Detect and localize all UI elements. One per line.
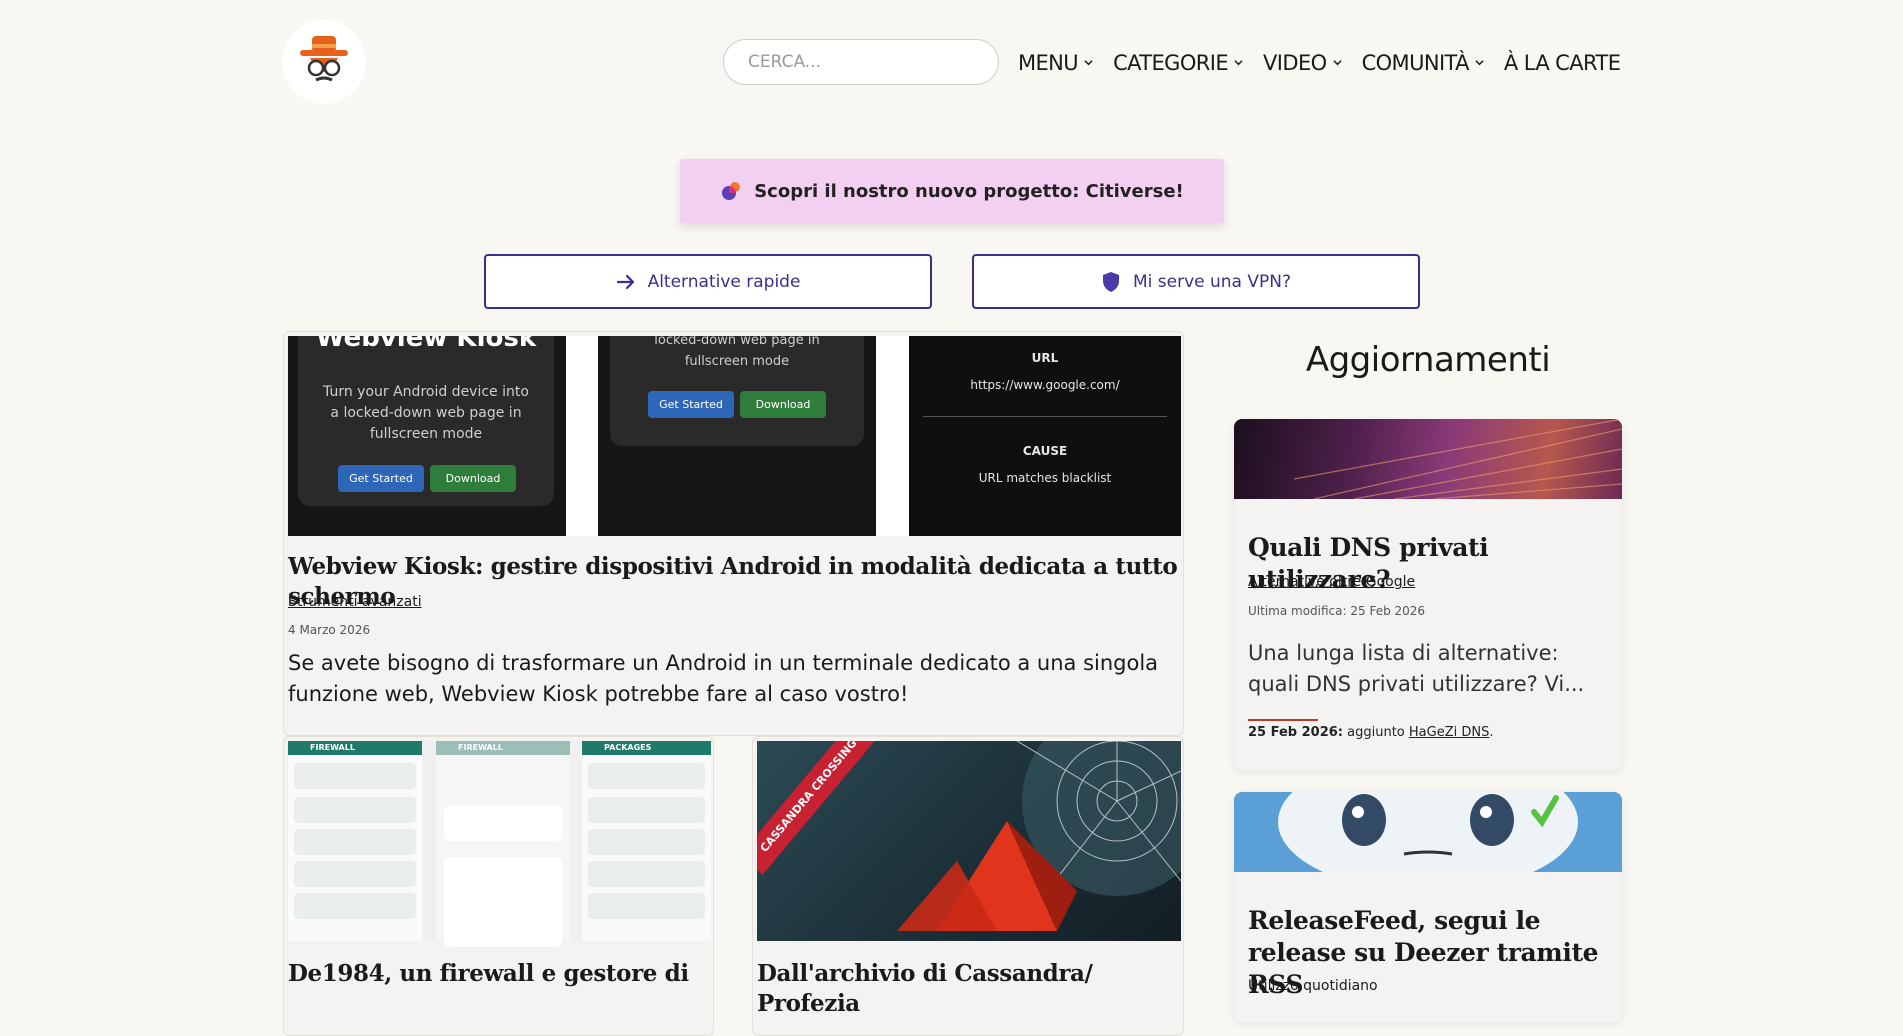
nav-categorie[interactable]: CATEGORIE (1113, 46, 1243, 80)
nav-menu[interactable]: MENU (1018, 46, 1093, 80)
divider (923, 416, 1167, 417)
main-nav: MENU CATEGORIE VIDEO COMUNITÀ À LA CARTE (1018, 46, 1621, 80)
cassandra-title[interactable]: Dall'archivio di Cassandra/ Profezia (757, 959, 1181, 1019)
shield-icon (1102, 271, 1119, 292)
vpn-button[interactable]: Mi serve una VPN? (972, 254, 1420, 309)
detective-logo-icon (300, 36, 348, 82)
packages-banner: PACKAGES (582, 741, 711, 755)
shot-text-2: locked-down web page in fullscreen mode (654, 336, 820, 369)
alternative-rapide-label: Alternative rapide (647, 271, 801, 292)
citiverse-banner[interactable]: Scopri il nostro nuovo progetto: Citiver… (680, 159, 1224, 223)
search-input[interactable] (723, 39, 999, 85)
citiverse-icon (722, 182, 741, 200)
featured-article-card[interactable]: Webview Kiosk Turn your Android device i… (283, 331, 1184, 736)
screenshot-2: locked-down web page in fullscreen mode … (598, 336, 876, 536)
de1984-title[interactable]: De1984, un firewall e gestore di (288, 959, 711, 989)
citiverse-label: Scopri il nostro nuovo progetto: Citiver… (754, 180, 1184, 202)
featured-excerpt: Se avete bisogno di trasformare un Andro… (288, 651, 1159, 706)
chevron-down-icon (1332, 59, 1342, 65)
cause-value: URL matches blacklist (978, 471, 1112, 485)
nav-a-la-carte-label: À LA CARTE (1503, 51, 1621, 75)
get-started-button: Get Started (338, 465, 424, 492)
featured-date: 4 Marzo 2026 (288, 623, 371, 637)
dns-update-note: 25 Feb 2026: aggiunto HaGeZi DNS. (1248, 725, 1493, 740)
article-card-de1984[interactable]: FIREWALL FIREWALL PACKAGES De1984, un fi… (283, 736, 714, 1036)
dns-image (1234, 419, 1622, 500)
cassandra-image: CASSANDRA CROSSING (757, 741, 1181, 941)
releasefeed-image (1234, 792, 1622, 892)
cause-label: CAUSE (1022, 444, 1068, 458)
featured-title[interactable]: Webview Kiosk: gestire dispositivi Andro… (288, 552, 1181, 612)
nav-categorie-label: CATEGORIE (1113, 51, 1229, 75)
dns-excerpt: Una lunga lista di alternative: quali DN… (1248, 641, 1585, 696)
hagezi-dns-link[interactable]: HaGeZi DNS (1409, 725, 1489, 740)
dns-category-link[interactable]: Alternative oltre Google (1248, 574, 1415, 590)
download-button: Download (430, 465, 516, 492)
nav-video-label: VIDEO (1263, 51, 1327, 75)
shot-title: Webview Kiosk (315, 336, 537, 353)
releasefeed-category[interactable]: Utilizzo quotidiano (1248, 978, 1378, 994)
nav-a-la-carte[interactable]: À LA CARTE (1503, 46, 1621, 80)
chevron-down-icon (1475, 59, 1484, 65)
nav-menu-label: MENU (1018, 51, 1079, 75)
firewall-banner-2: FIREWALL (436, 741, 570, 755)
screenshot-1: Webview Kiosk Turn your Android device i… (288, 336, 566, 536)
firewall-banner: FIREWALL (288, 741, 422, 755)
chevron-down-icon (1234, 59, 1243, 65)
dns-update-end: . (1489, 725, 1494, 740)
get-started-button-2: Get Started (648, 391, 734, 418)
download-button-2: Download (740, 391, 826, 418)
featured-image-strip: Webview Kiosk Turn your Android device i… (288, 336, 1181, 536)
article-card-cassandra[interactable]: CASSANDRA CROSSING Dall'archivio di Cass… (752, 736, 1184, 1036)
arrow-right-icon (616, 274, 634, 289)
nav-video[interactable]: VIDEO (1263, 46, 1342, 80)
nav-comunita[interactable]: COMUNITÀ (1362, 46, 1484, 80)
site-logo[interactable] (282, 20, 366, 104)
url-label: URL (1031, 351, 1059, 365)
nav-comunita-label: COMUNITÀ (1361, 51, 1470, 75)
featured-category-link[interactable]: Strumenti avanzati (288, 594, 422, 610)
de1984-image: FIREWALL FIREWALL PACKAGES (288, 741, 711, 947)
alternative-rapide-button[interactable]: Alternative rapide (484, 254, 932, 309)
fiber-optic-illustration-icon (1293, 419, 1622, 500)
update-accent-line (1248, 719, 1318, 721)
vpn-label: Mi serve una VPN? (1132, 271, 1291, 292)
ghost-mascot-illustration-icon (1278, 792, 1578, 892)
chevron-down-icon (1084, 59, 1093, 65)
sidebar-card-dns[interactable]: Quali DNS privati utilizzare? Alternativ… (1234, 419, 1622, 771)
screenshot-3: URL https://www.google.com/ CAUSE URL ma… (909, 336, 1181, 536)
dns-modified: Ultima modifica: 25 Feb 2026 (1248, 604, 1426, 618)
dns-update-date: 25 Feb 2026: (1248, 725, 1343, 740)
shot-text: Turn your Android device into a locked-d… (323, 384, 529, 442)
dns-update-text: aggiunto (1343, 725, 1409, 740)
url-value: https://www.google.com/ (970, 378, 1120, 392)
sidebar-heading: Aggiornamenti (1305, 340, 1551, 380)
sidebar-card-releasefeed[interactable]: ReleaseFeed, segui le release su Deezer … (1234, 792, 1622, 1022)
